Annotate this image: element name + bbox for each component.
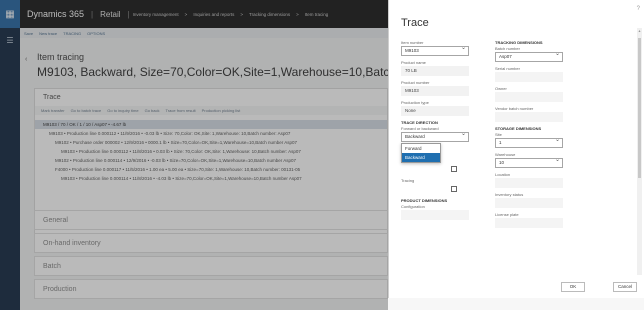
tracing-label: Tracing [401,178,415,183]
help-icon[interactable]: ? [637,6,640,12]
configuration-field[interactable] [401,210,469,220]
inventory-status-field[interactable] [495,198,563,208]
product-number-field: M9103 [401,86,469,96]
bottom-strip [388,298,644,310]
scroll-up-icon[interactable]: ▴ [637,28,642,33]
direction-option-backward[interactable]: Backward [402,153,440,162]
product-name-field: 70 LB [401,66,469,76]
option-checkbox[interactable] [451,166,457,172]
serial-number-field[interactable] [495,72,563,82]
modal-overlay [0,0,388,310]
dialog-title: Trace [401,17,429,29]
batch-number-field[interactable]: Asp07 [495,50,563,62]
owner-field[interactable] [495,92,563,102]
direction-select[interactable]: Backward [401,130,469,142]
direction-option-forward[interactable]: Forward [402,144,440,153]
vendor-batch-number-field[interactable] [495,112,563,122]
location-field[interactable] [495,178,563,188]
scrollbar-thumb[interactable] [638,38,641,178]
direction-dropdown: Forward Backward [401,143,441,163]
warehouse-field[interactable]: 10 [495,156,563,168]
dialog-footer: OK Cancel [389,275,644,298]
production-type-field: None [401,106,469,116]
cancel-button[interactable]: Cancel [613,282,637,292]
dialog-right-column: TRACKING DIMENSIONS Batch number Asp07 S… [495,40,563,232]
tracing-checkbox[interactable] [451,186,457,192]
dialog-left-column: Item number M9103 Product name 70 LB Pro… [401,40,469,224]
ok-button[interactable]: OK [561,282,585,292]
license-plate-field[interactable] [495,218,563,228]
dialog-scrollbar[interactable]: ▴ ▾ [637,28,642,283]
trace-dialog: Trace ? Item number M9103 Product name 7… [388,0,644,298]
item-number-field[interactable]: M9103 [401,44,469,56]
site-field[interactable]: 1 [495,136,563,148]
